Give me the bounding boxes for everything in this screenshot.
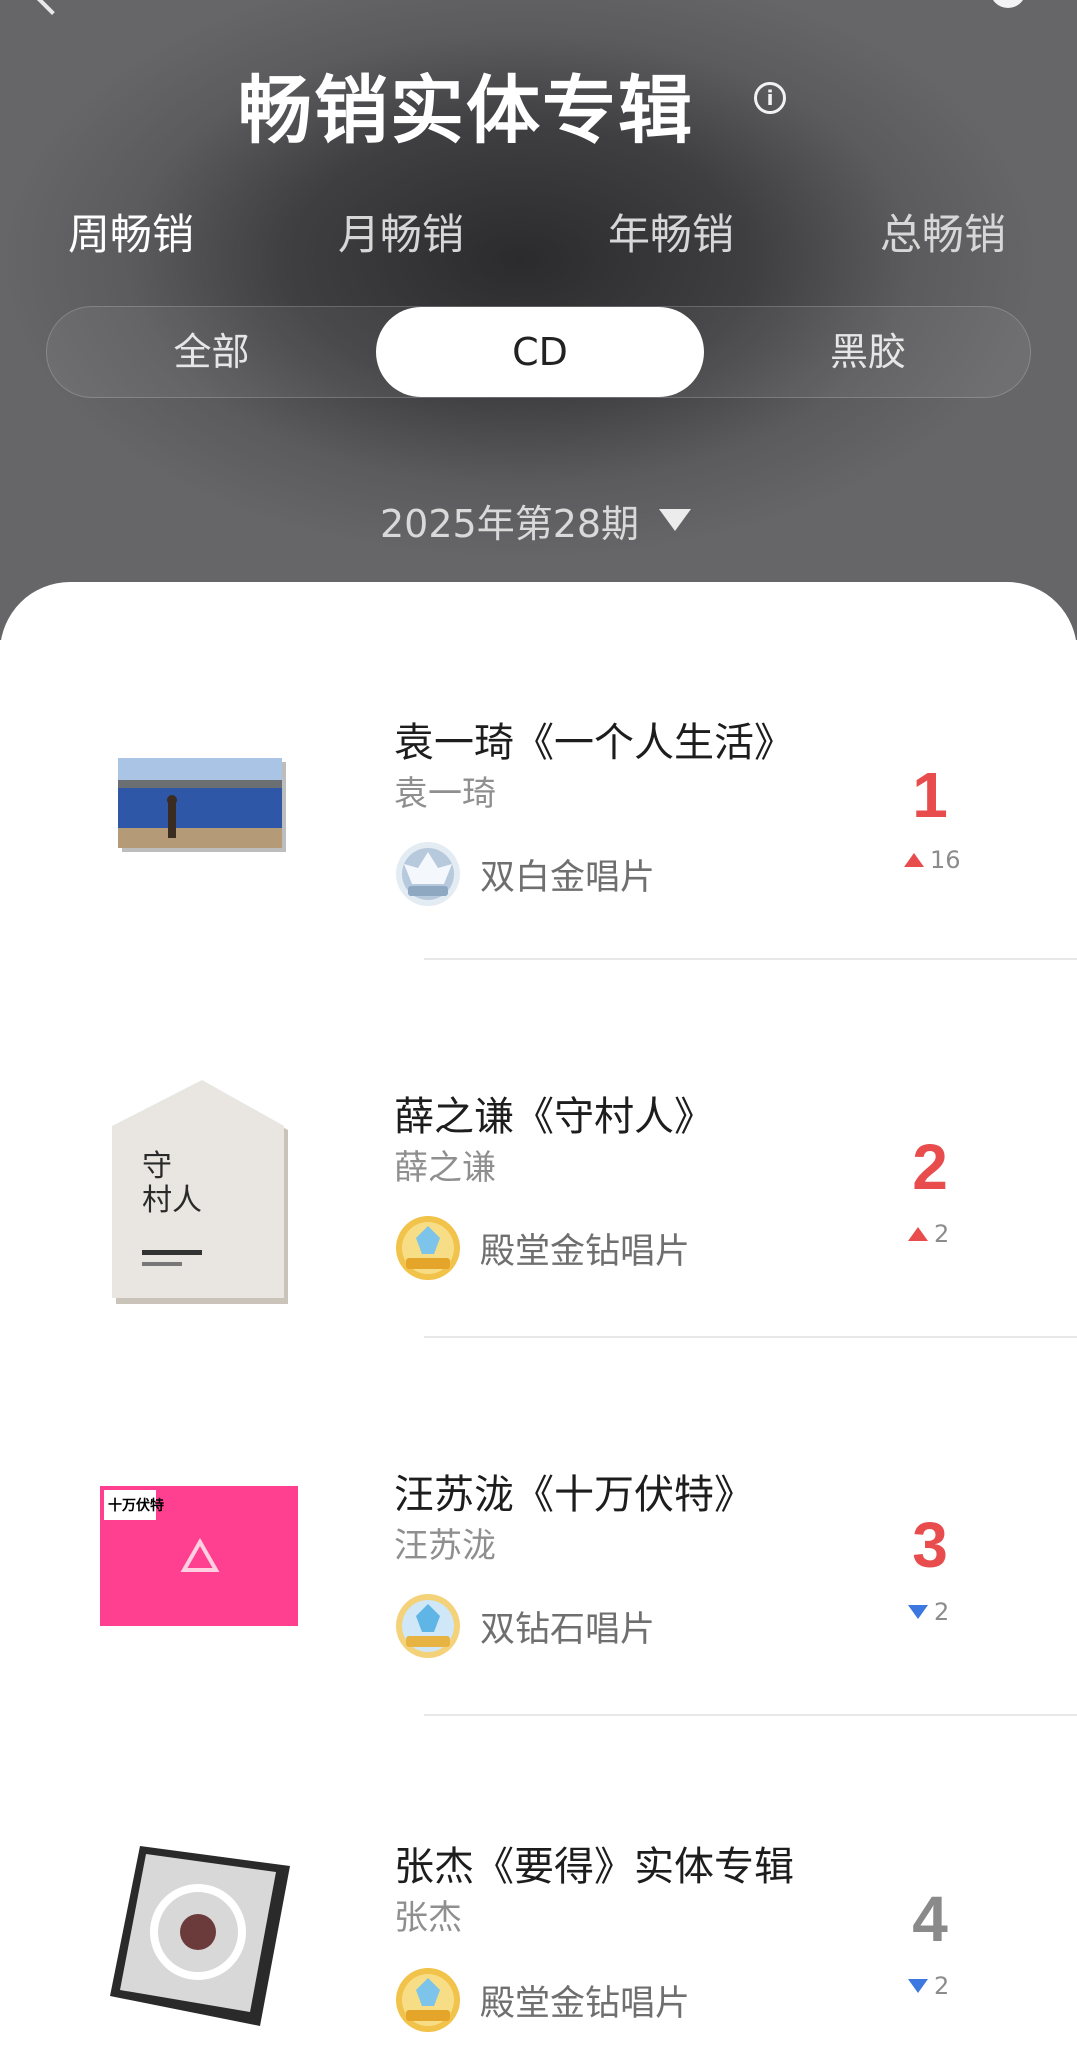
- badge-label: 殿堂金钻唱片: [480, 1983, 691, 2024]
- rank-up-arrow-icon: [908, 1227, 928, 1241]
- svg-text:十万伏特: 十万伏特: [108, 1497, 164, 1514]
- rank-change: 2: [908, 1220, 949, 1248]
- badge-label: 殿堂金钻唱片: [480, 1231, 691, 1272]
- album-cover: 十万伏特: [100, 1486, 298, 1626]
- segment-cd[interactable]: CD: [376, 307, 704, 397]
- rank-number: 3: [912, 1509, 948, 1581]
- issue-label: 2025年第28期: [380, 501, 640, 546]
- rank-change: 2: [908, 1972, 949, 2000]
- tab-yearly[interactable]: 年畅销: [608, 200, 734, 270]
- rank-down-arrow-icon: [908, 1979, 928, 1993]
- rank-change: 2: [908, 1598, 949, 1626]
- tab-monthly[interactable]: 月畅销: [338, 200, 464, 270]
- list-item[interactable]: 袁一琦《一个人生活》 袁一琦 双白金唱片 1 16: [0, 582, 1077, 960]
- segment-vinyl[interactable]: 黑胶: [704, 307, 1032, 397]
- svg-text:守: 守: [142, 1149, 172, 1184]
- gold-diamond-medal-icon: [396, 1216, 460, 1280]
- rank-number: 1: [912, 759, 948, 831]
- badge-label: 双钻石唱片: [480, 1609, 656, 1650]
- rank-change: 16: [904, 846, 961, 874]
- format-segmented-control: 全部 CD 黑胶: [46, 306, 1031, 398]
- list-item[interactable]: 张杰《要得》实体专辑 张杰 殿堂金钻唱片 4 2: [0, 1716, 1077, 2067]
- rank-number: 2: [912, 1131, 948, 1203]
- rank-change-value: 2: [934, 1972, 950, 2000]
- album-title: 汪苏泷《十万伏特》: [394, 1472, 754, 1518]
- certification-badge: 殿堂金钻唱片: [394, 1966, 690, 2034]
- album-cover: [118, 758, 286, 852]
- artist-name: 袁一琦: [394, 774, 496, 814]
- album-title: 张杰《要得》实体专辑: [394, 1844, 794, 1890]
- rank-down-arrow-icon: [908, 1605, 928, 1619]
- rank-change-value: 2: [934, 1598, 950, 1626]
- rank-change-value: 2: [934, 1220, 950, 1248]
- tab-weekly[interactable]: 周畅销: [68, 200, 194, 270]
- gold-diamond-medal-icon: [396, 1968, 460, 2032]
- platinum-medal-icon: [396, 842, 460, 906]
- certification-badge: 双钻石唱片: [394, 1592, 655, 1660]
- certification-badge: 双白金唱片: [394, 840, 655, 908]
- tab-total[interactable]: 总畅销: [880, 200, 1006, 270]
- rank-number: 4: [912, 1883, 948, 1955]
- certification-badge: 殿堂金钻唱片: [394, 1214, 690, 1282]
- album-cover: [110, 1846, 290, 2026]
- album-title: 薛之谦《守村人》: [394, 1094, 714, 1140]
- badge-label: 双白金唱片: [480, 857, 656, 898]
- list-item[interactable]: 十万伏特 汪苏泷《十万伏特》 汪苏泷 双钻石唱片 3 2: [0, 1338, 1077, 1716]
- issue-selector[interactable]: 2025年第28期: [380, 490, 692, 550]
- segment-all[interactable]: 全部: [47, 307, 376, 397]
- svg-text:村人: 村人: [142, 1183, 202, 1218]
- diamond-medal-icon: [396, 1594, 460, 1658]
- period-tabs: 周畅销 月畅销 年畅销 总畅销: [0, 200, 1077, 270]
- artist-name: 汪苏泷: [394, 1526, 496, 1566]
- rank-up-arrow-icon: [904, 853, 924, 867]
- list-item[interactable]: 守 村人 薛之谦《守村人》 薛之谦 殿堂金钻唱片 2 2: [0, 960, 1077, 1338]
- album-cover: 守 村人: [112, 1080, 288, 1304]
- chart-page: 畅销实体专辑 i 周畅销 月畅销 年畅销 总畅销 全部 CD 黑胶 2025年第…: [0, 0, 1077, 2067]
- artist-name: 薛之谦: [394, 1148, 496, 1188]
- page-title: 畅销实体专辑: [238, 67, 694, 154]
- dropdown-triangle-icon: [659, 509, 692, 531]
- rank-change-value: 16: [930, 846, 961, 874]
- ranking-list: 袁一琦《一个人生活》 袁一琦 双白金唱片 1 16 守 村人 薛之谦《守村人》 …: [0, 582, 1077, 2067]
- info-icon[interactable]: i: [754, 82, 786, 114]
- artist-name: 张杰: [394, 1898, 462, 1938]
- album-title: 袁一琦《一个人生活》: [394, 720, 794, 766]
